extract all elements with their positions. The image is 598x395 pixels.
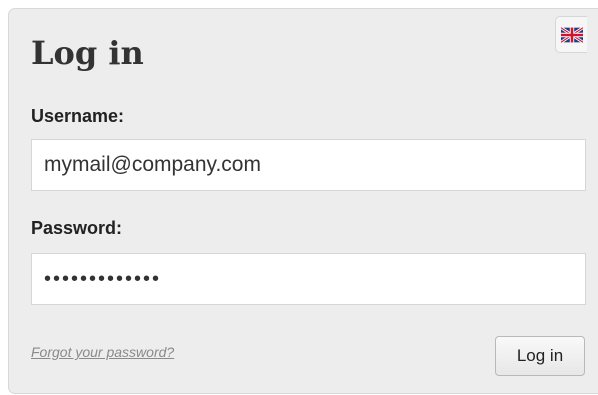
login-button[interactable]: Log in: [495, 336, 585, 376]
forgot-password-link[interactable]: Forgot your password?: [31, 344, 174, 360]
password-value: •••••••••••••: [44, 267, 162, 290]
username-value: mymail@company.com: [44, 153, 261, 176]
password-input[interactable]: •••••••••••••: [31, 253, 586, 305]
username-label: Username:: [31, 106, 125, 126]
username-input[interactable]: mymail@company.com: [31, 139, 586, 191]
password-label: Password:: [31, 218, 123, 238]
language-selector[interactable]: [555, 16, 587, 53]
page-title: Log in: [31, 34, 144, 72]
uk-flag-icon: [560, 26, 583, 43]
